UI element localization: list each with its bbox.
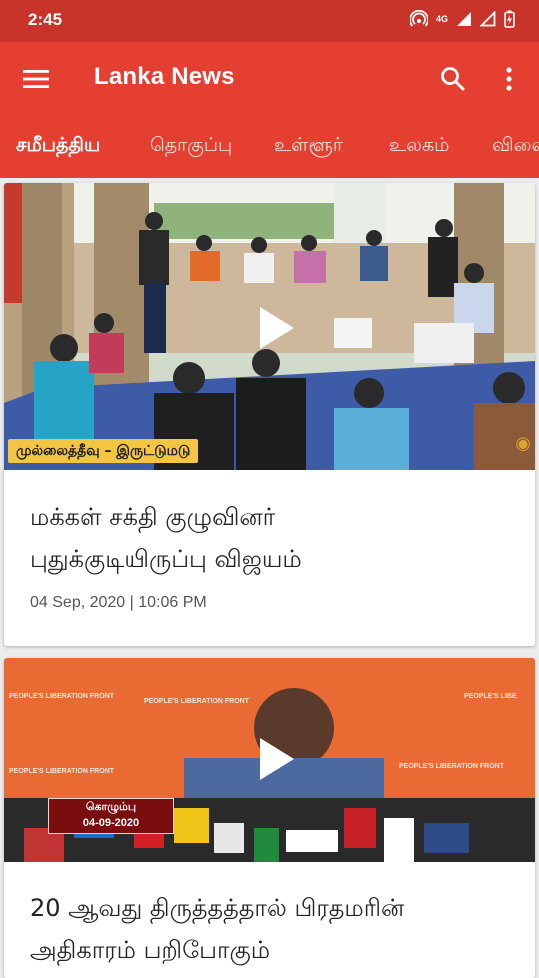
tab-latest[interactable]: சமீபத்திய	[16, 134, 100, 159]
svg-text:PEOPLE'S LIBERATION FRONT: PEOPLE'S LIBERATION FRONT	[9, 693, 115, 700]
signal-outline-icon	[480, 11, 496, 27]
headline-line: அதிகாரம் பறிபோகும்	[30, 936, 271, 964]
play-icon	[260, 307, 294, 349]
banner-text: PEOPLE'S LIBERATION FRONT	[144, 698, 250, 705]
battery-charging-icon	[504, 10, 515, 28]
article-card[interactable]: PEOPLE'S LIBERATION FRONT PEOPLE'S LIBE …	[4, 658, 535, 978]
status-time: 2:45	[28, 10, 63, 29]
tab-collection[interactable]: தொகுப்பு	[150, 134, 232, 159]
play-icon	[260, 738, 294, 780]
status-icons: 4G	[409, 10, 515, 28]
tab-world[interactable]: உலகம்	[389, 134, 449, 159]
article-headline[interactable]: மக்கள் சக்தி குழுவினர் புதுக்குடியிருப்ப…	[30, 496, 510, 580]
play-button[interactable]	[248, 734, 298, 784]
menu-icon	[23, 70, 49, 88]
hotspot-icon	[409, 10, 428, 27]
search-button[interactable]	[438, 64, 468, 94]
channel-logo: ◉	[515, 433, 531, 454]
article-card[interactable]: முல்லைத்தீவு – இருட்டுமடு ◉ மக்கள் சக்தி…	[4, 183, 535, 646]
status-bar: 2:45 4G	[0, 0, 539, 42]
location-caption: முல்லைத்தீவு – இருட்டுமடு	[8, 439, 199, 463]
date-tag-date: 04-09-2020	[82, 817, 140, 829]
svg-text:PEOPLE'S LIBERATION FRONT: PEOPLE'S LIBERATION FRONT	[9, 768, 115, 775]
date-tag-location: கொழும்பு	[85, 801, 137, 813]
category-tabs: சமீபத்திய தொகுப்பு உள்ளூர் உலகம் விளை	[0, 116, 539, 178]
app-bar: Lanka News	[0, 42, 539, 116]
app-title: Lanka News	[94, 63, 235, 90]
more-options-button[interactable]	[496, 64, 522, 94]
date-tag: கொழும்பு 04-09-2020	[48, 798, 174, 834]
tab-local[interactable]: உள்ளூர்	[274, 134, 343, 159]
headline-line: 20 ஆவது திருத்தத்தால் பிரதமரின்	[30, 894, 405, 922]
article-headline[interactable]: 20 ஆவது திருத்தத்தால் பிரதமரின் அதிகாரம்…	[30, 887, 510, 971]
headline-line: புதுக்குடியிருப்பு விஜயம்	[30, 545, 302, 573]
headline-line: மக்கள் சக்தி குழுவினர்	[30, 503, 276, 531]
play-button[interactable]	[248, 303, 298, 353]
network-type: 4G	[435, 13, 448, 24]
article-date: 04 Sep, 2020 | 10:06 PM	[30, 594, 207, 611]
tab-sports[interactable]: விளை	[492, 134, 539, 159]
signal-icon	[457, 12, 471, 26]
svg-text:PEOPLE'S LIBE: PEOPLE'S LIBE	[464, 693, 517, 700]
more-vert-icon	[506, 67, 512, 91]
svg-text:PEOPLE'S LIBERATION FRONT: PEOPLE'S LIBERATION FRONT	[399, 763, 505, 770]
menu-button[interactable]	[20, 65, 52, 93]
search-icon	[441, 67, 465, 91]
